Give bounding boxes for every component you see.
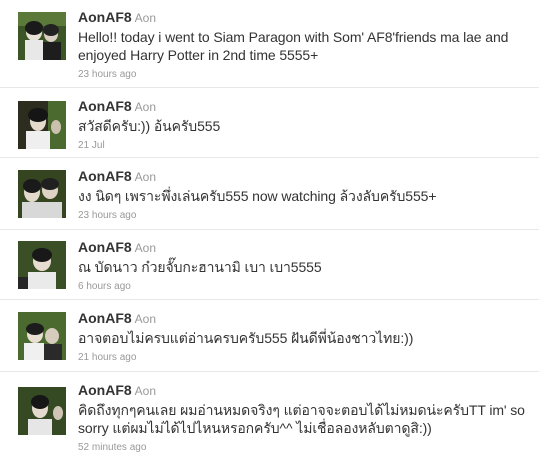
user-avatar-photo-icon — [18, 241, 66, 289]
tweet-item: AonAF8 Aon อาจตอบไม่ครบแต่อ่านครบครับ555 … — [0, 300, 539, 372]
timestamp-link[interactable]: 21 Jul — [78, 139, 105, 152]
tweet-item: AonAF8 Aon สวัสดีครับ:)) อ้นครับ555 21 Ju… — [0, 88, 539, 158]
tweet-item: AonAF8 Aon คิดถึงทุกๆคนเลย ผมอ่านหมดจริงๆ… — [0, 372, 539, 464]
avatar[interactable] — [18, 241, 66, 289]
timestamp-link[interactable]: 52 minutes ago — [78, 441, 146, 454]
tweet-text: Hello!! today i went to Siam Paragon wit… — [78, 29, 509, 63]
screen-name-link[interactable]: AonAF8 — [78, 239, 132, 255]
tweet-item: AonAF8 Aon Hello!! today i went to Siam P… — [0, 0, 539, 88]
user-avatar-photo-icon — [18, 312, 66, 360]
timestamp-link[interactable]: 21 hours ago — [78, 351, 136, 364]
user-avatar-photo-icon — [18, 170, 66, 218]
screen-name-link[interactable]: AonAF8 — [78, 9, 132, 25]
avatar[interactable] — [18, 12, 66, 60]
full-name: Aon — [134, 312, 157, 326]
avatar[interactable] — [18, 387, 66, 435]
tweet-header: AonAF8 Aon — [78, 239, 531, 255]
timestamp-link[interactable]: 6 hours ago — [78, 280, 131, 293]
tweet-text: งง นิดๆ เพราะพึ่งเล่นครับ555 now watchin… — [78, 188, 437, 204]
tweet-item: AonAF8 Aon ณ บัดนาว ก๋วยจั๊บกะฮานามิ เบา … — [0, 230, 539, 300]
full-name: Aon — [134, 241, 157, 255]
tweet-item: AonAF8 Aon งง นิดๆ เพราะพึ่งเล่นครับ555 n… — [0, 158, 539, 230]
tweet-text: คิดถึงทุกๆคนเลย ผมอ่านหมดจริงๆ แต่อาจจะต… — [78, 402, 525, 436]
avatar[interactable] — [18, 101, 66, 149]
avatar[interactable] — [18, 170, 66, 218]
tweet-header: AonAF8 Aon — [78, 310, 531, 326]
full-name: Aon — [134, 170, 157, 184]
tweet-header: AonAF8 Aon — [78, 98, 531, 114]
user-avatar-photo-icon — [18, 12, 66, 60]
screen-name-link[interactable]: AonAF8 — [78, 310, 132, 326]
timestamp-link[interactable]: 23 hours ago — [78, 68, 136, 81]
tweet-body: AonAF8 Aon Hello!! today i went to Siam P… — [78, 9, 531, 82]
full-name: Aon — [134, 100, 157, 114]
tweet-header: AonAF8 Aon — [78, 168, 531, 184]
full-name: Aon — [134, 11, 157, 25]
tweet-header: AonAF8 Aon — [78, 382, 531, 398]
avatar[interactable] — [18, 312, 66, 360]
user-avatar-photo-icon — [18, 101, 66, 149]
user-avatar-photo-icon — [18, 387, 66, 435]
tweet-header: AonAF8 Aon — [78, 9, 531, 25]
screen-name-link[interactable]: AonAF8 — [78, 98, 132, 114]
full-name: Aon — [134, 384, 157, 398]
tweet-text: ณ บัดนาว ก๋วยจั๊บกะฮานามิ เบา เบา5555 — [78, 259, 322, 275]
tweet-body: AonAF8 Aon สวัสดีครับ:)) อ้นครับ555 21 Ju… — [78, 98, 531, 153]
tweet-feed: AonAF8 Aon Hello!! today i went to Siam P… — [0, 0, 539, 464]
screen-name-link[interactable]: AonAF8 — [78, 382, 132, 398]
tweet-body: AonAF8 Aon ณ บัดนาว ก๋วยจั๊บกะฮานามิ เบา … — [78, 239, 531, 294]
tweet-body: AonAF8 Aon คิดถึงทุกๆคนเลย ผมอ่านหมดจริงๆ… — [78, 382, 531, 455]
tweet-body: AonAF8 Aon งง นิดๆ เพราะพึ่งเล่นครับ555 n… — [78, 168, 531, 223]
screen-name-link[interactable]: AonAF8 — [78, 168, 132, 184]
tweet-text: อาจตอบไม่ครบแต่อ่านครบครับ555 ฝันดีพี่น้… — [78, 330, 414, 346]
tweet-body: AonAF8 Aon อาจตอบไม่ครบแต่อ่านครบครับ555 … — [78, 310, 531, 365]
timestamp-link[interactable]: 23 hours ago — [78, 209, 136, 222]
tweet-text: สวัสดีครับ:)) อ้นครับ555 — [78, 118, 221, 134]
